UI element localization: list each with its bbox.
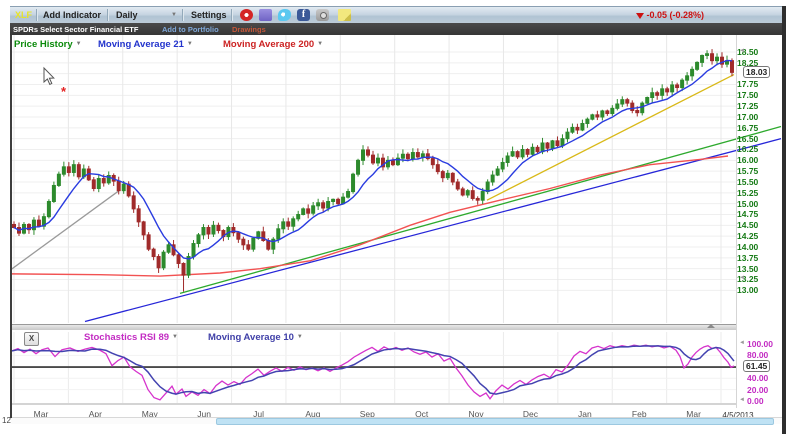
mouse-cursor — [44, 68, 54, 84]
add-to-portfolio-link[interactable]: Add to Portfolio — [162, 25, 219, 34]
stochastics-panel[interactable]: X Stochastics RSI 89▼ Moving Average 10▼ — [10, 330, 786, 408]
toolbar-separator — [107, 9, 109, 21]
price-tick-label: 16.00 — [737, 155, 758, 165]
toolbar-separator — [231, 9, 233, 21]
legend-price-history[interactable]: Price History▼ — [14, 39, 82, 50]
chevron-down-icon[interactable]: ▼ — [76, 41, 82, 47]
stoch-ma10-line — [12, 346, 734, 394]
chart-left-border — [10, 35, 12, 418]
note-icon[interactable] — [338, 9, 351, 21]
price-tick-label: 13.50 — [737, 264, 758, 274]
current-stoch-box: 61.45 — [743, 360, 770, 372]
price-tick-label: 14.75 — [737, 209, 758, 219]
toolbar-separator — [182, 9, 184, 21]
price-tick-label: 17.00 — [737, 112, 758, 122]
plot-right-border — [736, 35, 737, 408]
down-arrow-icon — [636, 13, 644, 19]
price-tick-label: 15.00 — [737, 199, 758, 209]
stoch-tick-label: 0.00 — [747, 396, 764, 406]
chevron-down-icon[interactable]: ▼ — [297, 334, 303, 340]
scrollbar-thumb[interactable] — [216, 418, 774, 425]
range-low-marker-icon: ◄ — [739, 275, 745, 281]
symbol-bar: SPDRs Select Sector Financial ETF Add to… — [10, 23, 782, 35]
facebook-icon[interactable]: f — [297, 9, 310, 21]
stochastics-axis[interactable]: 100.0080.0040.0020.000.00◄◄61.45 — [737, 330, 786, 408]
collapse-handle-icon[interactable] — [707, 324, 715, 328]
window-right-border — [782, 6, 786, 434]
price-tick-label: 15.75 — [737, 166, 758, 176]
price-tick-label: 16.25 — [737, 144, 758, 154]
price-tick-label: 13.00 — [737, 285, 758, 295]
price-tick-label: 17.50 — [737, 90, 758, 100]
drawings-link[interactable]: Drawings — [232, 25, 266, 34]
timeframe-dropdown[interactable]: Daily — [116, 10, 138, 20]
current-price-box: 18.03 — [743, 66, 770, 78]
symbol-ticker[interactable]: XLF — [15, 10, 32, 20]
price-tick-label: 14.00 — [737, 242, 758, 252]
legend-moving-average-21[interactable]: Moving Average 21▼ — [98, 39, 193, 50]
stoch-tick-label: 100.00 — [747, 339, 773, 349]
alarm-icon[interactable] — [240, 9, 253, 21]
yellow-trendline — [487, 75, 734, 201]
price-change: -0.05 (-0.28%) — [636, 10, 704, 20]
toolbar-separator — [36, 9, 38, 21]
price-tick-label: 13.75 — [737, 253, 758, 263]
price-axis[interactable]: 18.5018.2517.7517.5017.2517.0016.7516.50… — [737, 35, 786, 324]
camera-icon[interactable] — [316, 9, 329, 21]
price-tick-label: 15.50 — [737, 177, 758, 187]
price-tick-label: 14.25 — [737, 231, 758, 241]
add-indicator-button[interactable]: Add Indicator — [43, 10, 101, 20]
stoch-tick-label: 40.00 — [747, 373, 768, 383]
legend-moving-average-200[interactable]: Moving Average 200▼ — [223, 39, 323, 50]
cube-icon[interactable] — [259, 9, 272, 21]
stoch-tick-label: 80.00 — [747, 350, 768, 360]
legend-stochastics-rsi[interactable]: Stochastics RSI 89▼ — [84, 332, 178, 343]
stoch-tick-label: 20.00 — [747, 385, 768, 395]
price-tick-label: 17.25 — [737, 101, 758, 111]
price-tick-label: 14.50 — [737, 220, 758, 230]
price-tick-label: 16.50 — [737, 134, 758, 144]
chevron-down-icon[interactable]: ▼ — [317, 41, 323, 47]
close-panel-button[interactable]: X — [24, 332, 39, 346]
stoch-low-marker-icon: ◄ — [739, 397, 745, 403]
price-tick-label: 17.75 — [737, 79, 758, 89]
chart-application-window: XLF Add Indicator Daily ▼ Settings f -0.… — [10, 6, 786, 434]
price-tick-label: 15.25 — [737, 188, 758, 198]
symbol-name: SPDRs Select Sector Financial ETF — [13, 25, 138, 34]
horizontal-scrollbar[interactable] — [11, 417, 782, 424]
chevron-down-icon[interactable]: ▼ — [172, 334, 178, 340]
legend-moving-average-10[interactable]: Moving Average 10▼ — [208, 332, 303, 343]
timeframe-value: Daily — [116, 10, 138, 20]
price-tick-label: 16.75 — [737, 123, 758, 133]
candlestick-chart-canvas[interactable] — [11, 35, 786, 324]
stoch-high-marker-icon: ◄ — [739, 340, 745, 346]
gray-trendline — [11, 191, 119, 272]
chevron-down-icon[interactable]: ▼ — [187, 41, 193, 47]
chevron-down-icon[interactable]: ▼ — [171, 12, 177, 18]
price-chart-panel[interactable]: Price History▼ Moving Average 21▼ Moving… — [10, 35, 786, 324]
settings-button[interactable]: Settings — [191, 10, 227, 20]
drawing-marker-asterisk: * — [61, 84, 66, 99]
twitter-icon[interactable] — [278, 9, 291, 21]
range-high-marker-icon: ◄ — [739, 48, 745, 54]
